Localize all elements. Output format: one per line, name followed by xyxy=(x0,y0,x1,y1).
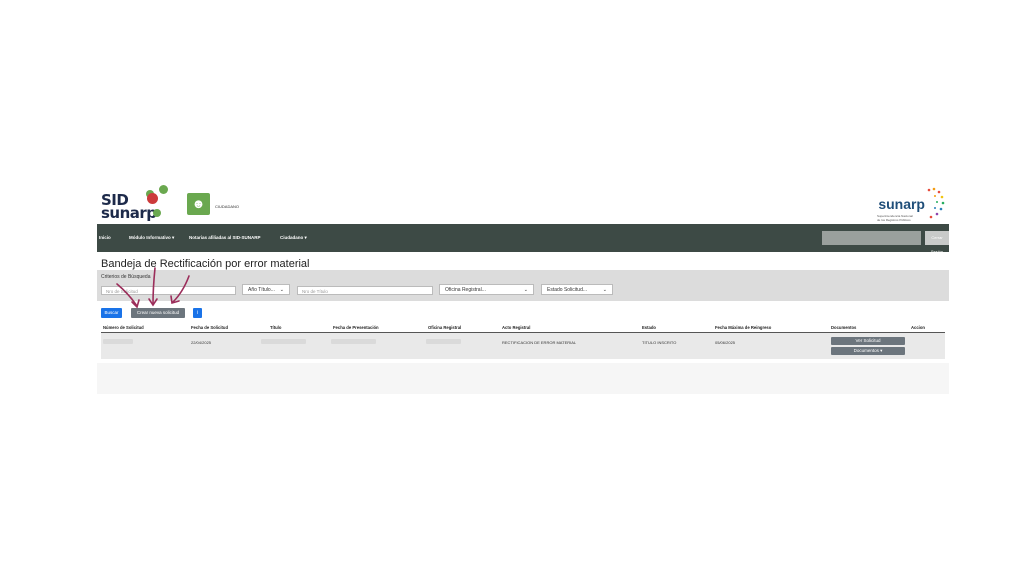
app-window: SID sunarp ☻ CIUDADANO sunarp Superinten… xyxy=(97,180,949,394)
arrow-icon xyxy=(172,275,190,303)
arrow-icon xyxy=(152,267,156,305)
annotation-arrows xyxy=(116,267,190,309)
arrow-icon xyxy=(116,283,138,307)
